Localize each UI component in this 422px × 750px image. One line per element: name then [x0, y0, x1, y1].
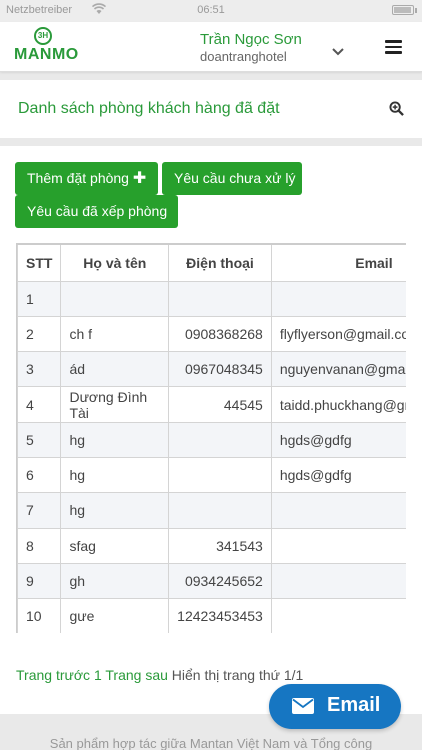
email-fab-button[interactable]: Email — [269, 684, 401, 729]
prev-page-link[interactable]: Trang trước — [16, 667, 90, 683]
cell-name: ád — [60, 351, 170, 388]
cell-phone — [168, 421, 272, 458]
logo-badge: 3H — [34, 27, 52, 45]
table-row[interactable]: 3 ád 0967048345 nguyenvanan@gmail.com — [17, 351, 406, 388]
cell-email: hgds@gdfg — [270, 421, 406, 458]
table-row[interactable]: 9 gh 0934245652 — [17, 562, 406, 600]
add-booking-label: Thêm đặt phòng — [27, 170, 129, 186]
cell-name: sfag — [60, 527, 170, 564]
column-header-phone: Điện thoại — [168, 243, 272, 282]
cell-email — [270, 527, 406, 564]
cell-phone: 0908368268 — [168, 315, 272, 353]
clock: 06:51 — [197, 4, 225, 16]
cell-name: ch f — [60, 315, 170, 353]
table-row[interactable]: 1 — [17, 280, 406, 317]
app-header: 3H MANMO Trần Ngọc Sơn doantranghotel — [0, 22, 422, 72]
table-row[interactable]: 6 hg hgds@gdfg — [17, 456, 406, 494]
cell-phone — [168, 456, 272, 494]
cell-name: Dương Đình Tài — [60, 386, 170, 423]
table-row[interactable]: 7 hg — [17, 492, 406, 529]
plus-icon: ✚ — [132, 170, 147, 187]
cell-email: hgds@gdfg — [270, 456, 406, 494]
table-row[interactable]: 5 hg hgds@gdfg — [17, 421, 406, 458]
cell-stt: 6 — [17, 456, 62, 494]
cell-email — [270, 562, 406, 600]
table-header-row: STT Họ và tên Điện thoại Email — [17, 243, 406, 282]
cell-phone: 12423453453 — [168, 598, 272, 633]
bookings-table-container[interactable]: STT Họ và tên Điện thoại Email 1 2 ch f … — [16, 243, 406, 633]
status-bar: Netzbetreiber 06:51 — [0, 0, 422, 22]
cell-stt: 10 — [17, 598, 62, 633]
column-header-name: Họ và tên — [60, 243, 170, 282]
main-content: Thêm đặt phòng ✚ Yêu cầu chưa xử lý Yêu … — [0, 146, 422, 714]
cell-phone: 44545 — [168, 386, 272, 423]
email-fab-label: Email — [327, 694, 381, 716]
cell-name: gưe — [60, 598, 170, 633]
cell-phone — [168, 280, 272, 317]
manmo-logo[interactable]: 3H MANMO — [14, 27, 79, 67]
cell-email: flyflyerson@gmail.com — [270, 315, 406, 353]
table-row[interactable]: 10 gưe 12423453453 — [17, 598, 406, 633]
cell-stt: 8 — [17, 527, 62, 564]
title-card: Danh sách phòng khách hàng đã đặt — [0, 80, 422, 138]
pagination: Trang trước 1 Trang sau Hiển thị trang t… — [16, 667, 303, 683]
table-row[interactable]: 2 ch f 0908368268 flyflyerson@gmail.com — [17, 315, 406, 353]
hamburger-menu-icon[interactable] — [385, 40, 402, 54]
user-name: Trần Ngọc Sơn — [200, 31, 302, 48]
bookings-table: STT Họ và tên Điện thoại Email 1 2 ch f … — [17, 243, 406, 633]
page-title: Danh sách phòng khách hàng đã đặt — [18, 100, 280, 117]
cell-name: hg — [60, 456, 170, 494]
next-page-link[interactable]: Trang sau — [105, 667, 168, 683]
cell-stt: 1 — [17, 280, 62, 317]
cell-stt: 7 — [17, 492, 62, 529]
cell-phone — [168, 492, 272, 529]
cell-stt: 9 — [17, 562, 62, 600]
cell-phone: 341543 — [168, 527, 272, 564]
cell-phone: 0934245652 — [168, 562, 272, 600]
table-row[interactable]: 4 Dương Đình Tài 44545 taidd.phuckhang@g… — [17, 386, 406, 423]
hotel-name: doantranghotel — [200, 49, 287, 64]
logo-text: MANMO — [14, 46, 79, 63]
table-row[interactable]: 8 sfag 341543 — [17, 527, 406, 564]
arranged-requests-button[interactable]: Yêu cầu đã xếp phòng — [15, 195, 178, 228]
footer-text: Sản phẩm hợp tác giữa Mantan Việt Nam và… — [49, 736, 373, 750]
cell-email — [270, 280, 406, 317]
zoom-in-icon[interactable] — [389, 101, 404, 116]
column-header-email: Email — [270, 243, 406, 282]
cell-email — [270, 492, 406, 529]
user-info[interactable]: Trần Ngọc Sơn doantranghotel — [200, 31, 302, 64]
add-booking-button[interactable]: Thêm đặt phòng ✚ — [15, 162, 158, 195]
battery-icon — [392, 5, 417, 15]
cell-name: hg — [60, 492, 170, 529]
cell-email: taidd.phuckhang@gmail.com — [270, 386, 406, 423]
cell-phone: 0967048345 — [168, 351, 272, 388]
cell-stt: 3 — [17, 351, 62, 388]
chevron-down-icon[interactable] — [332, 48, 344, 56]
page-info: Hiển thị trang thứ 1/1 — [171, 667, 304, 683]
cell-stt: 4 — [17, 386, 62, 423]
envelope-icon — [292, 698, 314, 714]
pending-requests-button[interactable]: Yêu cầu chưa xử lý — [162, 162, 302, 195]
page-number-link[interactable]: 1 — [94, 667, 102, 683]
cell-email — [270, 598, 406, 633]
cell-name: hg — [60, 421, 170, 458]
column-header-stt: STT — [17, 243, 62, 282]
cell-email: nguyenvanan@gmail.com — [270, 351, 406, 388]
cell-name: gh — [60, 562, 170, 600]
cell-name — [60, 280, 170, 317]
cell-stt: 2 — [17, 315, 62, 353]
cell-stt: 5 — [17, 421, 62, 458]
